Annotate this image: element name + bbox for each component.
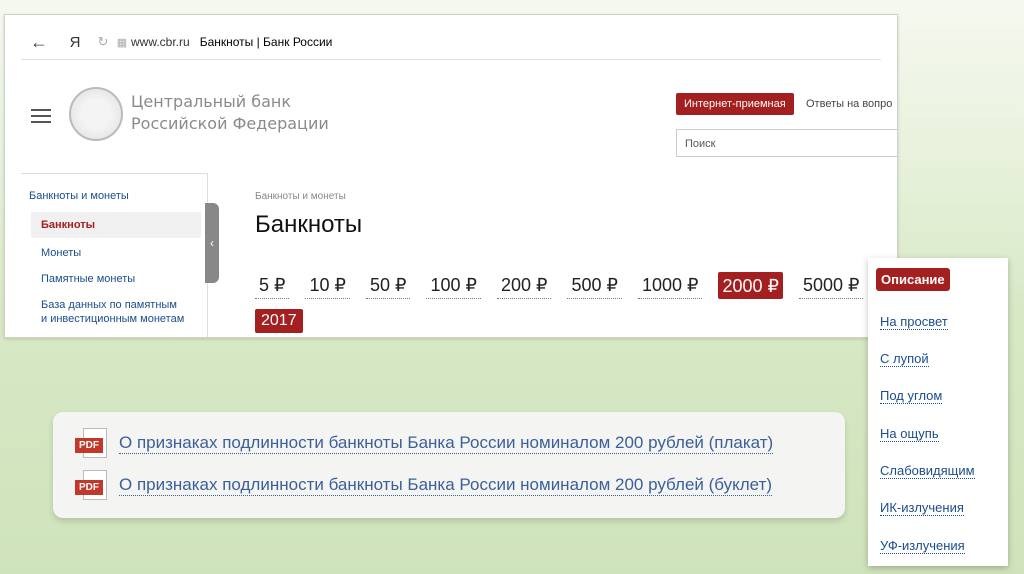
sidebar-item-coins[interactable]: Монеты <box>41 246 81 260</box>
pdf-icon: PDF <box>75 470 109 500</box>
site-header: Центральный банк Российской Федерации Ин… <box>21 73 897 173</box>
collapse-sidebar-icon[interactable]: ‹ <box>205 203 219 283</box>
search-input[interactable]: Поиск <box>676 129 897 157</box>
back-arrow-icon[interactable]: ← <box>21 32 57 53</box>
menu-item-touch[interactable]: На ощупь <box>880 426 939 442</box>
year-badge[interactable]: 2017 <box>255 309 303 333</box>
browser-window: ← Я ↻ ▦ www.cbr.ru Банкноты | Банк Росси… <box>4 14 898 338</box>
menu-item-ir[interactable]: ИК-излучения <box>880 500 964 516</box>
pdf-link-booklet[interactable]: О признаках подлинности банкноты Банка Р… <box>119 475 773 496</box>
denomination-200[interactable]: 200 ₽ <box>496 271 552 299</box>
menu-item-uv[interactable]: УФ-излучения <box>880 538 965 554</box>
pdf-icon: PDF <box>75 428 109 458</box>
sidebar: Банкноты и монеты Банкноты Монеты Памятн… <box>21 173 208 337</box>
internet-reception-button[interactable]: Интернет-приемная <box>676 93 794 115</box>
bank-name-line2: Российской Федерации <box>131 114 329 133</box>
answers-link[interactable]: Ответы на вопро <box>806 98 892 110</box>
denomination-50[interactable]: 50 ₽ <box>365 271 411 299</box>
sidebar-item-banknotes[interactable]: Банкноты <box>31 212 201 238</box>
menu-item-visually-impaired[interactable]: Слабовидящим <box>880 463 975 479</box>
menu-item-description[interactable]: Описание <box>876 268 950 291</box>
sidebar-item-database-line2[interactable]: и инвестиционным монетам <box>41 312 184 326</box>
pdf-link-poster[interactable]: О признаках подлинности банкноты Банка Р… <box>119 433 774 454</box>
bank-name-line1: Центральный банк <box>131 92 292 111</box>
denomination-1000[interactable]: 1000 ₽ <box>637 271 703 299</box>
yandex-button[interactable]: Я <box>57 34 93 51</box>
lock-icon: ▦ <box>116 36 128 49</box>
denomination-5[interactable]: 5 ₽ <box>255 271 290 299</box>
page-title: Банкноты <box>255 211 363 238</box>
denomination-5000[interactable]: 5000 ₽ <box>798 271 864 299</box>
bank-name[interactable]: Центральный банк Российской Федерации <box>131 91 329 135</box>
menu-item-angle[interactable]: Под углом <box>880 388 943 404</box>
denomination-500[interactable]: 500 ₽ <box>567 271 622 299</box>
pdf-row: PDF О признаках подлинности банкноты Бан… <box>75 470 773 500</box>
reload-icon[interactable]: ↻ <box>93 34 113 50</box>
pdf-row: PDF О признаках подлинности банкноты Бан… <box>75 428 774 458</box>
breadcrumb[interactable]: Банкноты и монеты <box>255 191 346 202</box>
sidebar-heading[interactable]: Банкноты и монеты <box>29 190 129 202</box>
menu-item-light[interactable]: На просвет <box>880 314 948 330</box>
denomination-list: 5 ₽ 10 ₽ 50 ₽ 100 ₽ 200 ₽ 500 ₽ 1000 ₽ 2… <box>255 271 879 299</box>
pdf-links-panel: PDF О признаках подлинности банкноты Бан… <box>53 412 845 518</box>
menu-item-magnifier[interactable]: С лупой <box>880 351 929 367</box>
security-features-menu: Описание На просвет С лупой Под углом На… <box>868 258 1008 566</box>
denomination-10[interactable]: 10 ₽ <box>305 271 350 299</box>
bank-logo-icon[interactable] <box>69 87 123 141</box>
denomination-100[interactable]: 100 ₽ <box>426 271 481 299</box>
sidebar-item-commemorative-coins[interactable]: Памятные монеты <box>41 272 135 286</box>
sidebar-item-database-line1[interactable]: База данных по памятным <box>41 298 177 312</box>
denomination-2000[interactable]: 2000 ₽ <box>718 271 783 299</box>
page-tab-title: Банкноты | Банк России <box>199 35 333 49</box>
menu-icon[interactable] <box>31 109 51 123</box>
address-bar: ← Я ↻ ▦ www.cbr.ru Банкноты | Банк Росси… <box>21 25 881 60</box>
url-text[interactable]: www.cbr.ru <box>131 35 190 49</box>
